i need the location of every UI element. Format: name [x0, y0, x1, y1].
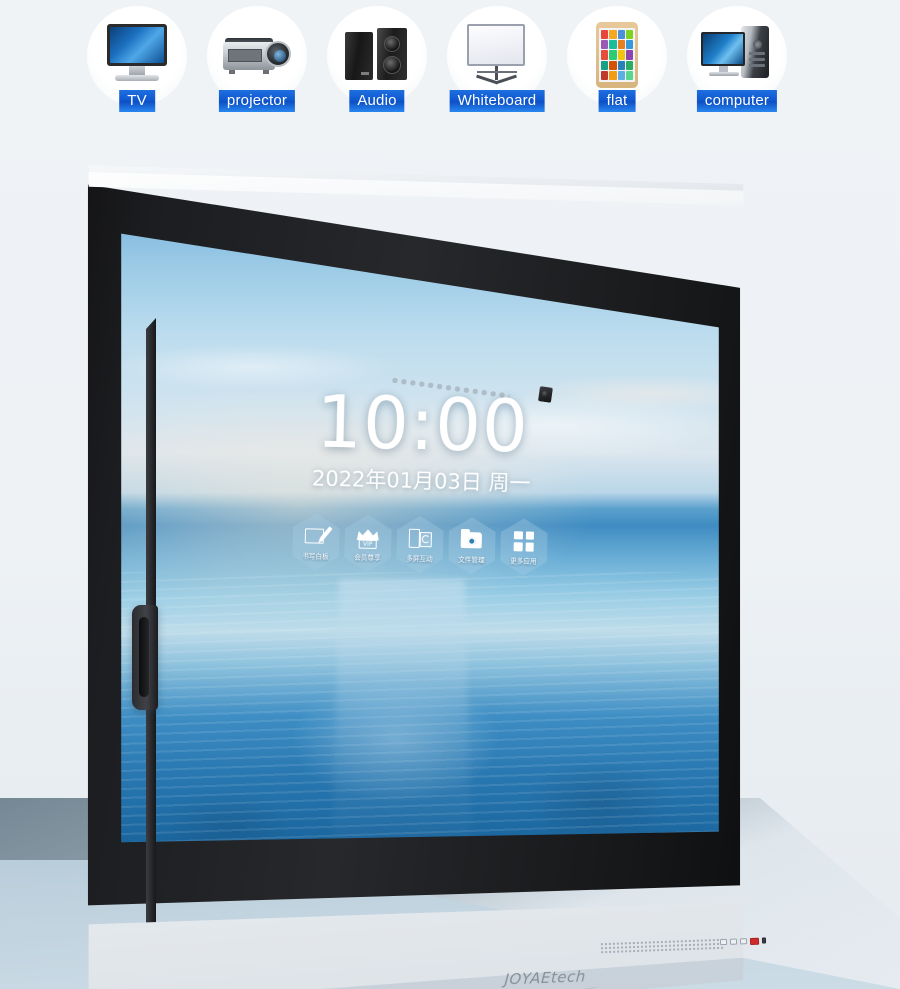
side-handle[interactable] — [132, 605, 158, 710]
device-item-tv[interactable]: TV — [86, 0, 188, 126]
key-button[interactable] — [729, 938, 738, 945]
app-shortcut-more[interactable]: 更多应用 — [500, 518, 548, 576]
control-keys[interactable] — [719, 932, 783, 950]
app-label: 会员尊享 — [354, 552, 381, 562]
app-shortcut-screenshare[interactable]: 多屏互动 — [396, 515, 444, 573]
device-label-projector: projector — [218, 90, 296, 112]
app-shortcut-files[interactable]: 文件管理 — [448, 517, 496, 575]
whiteboard-icon — [461, 20, 533, 92]
device-item-projector[interactable]: projector — [206, 0, 308, 126]
device-label-flat: flat — [598, 90, 636, 112]
power-button[interactable] — [749, 937, 760, 945]
device-item-flat[interactable]: flat — [566, 0, 668, 126]
crown-vip-icon: VIP — [356, 525, 381, 550]
device-label-audio: Audio — [349, 90, 405, 112]
app-dock: 书写白板 VIP 会员尊享 多屏互动 文件管理 更多应用 — [292, 513, 548, 576]
projector-icon — [221, 20, 293, 92]
camera-icon — [538, 386, 553, 403]
desktop-computer-icon — [701, 20, 773, 92]
key-button[interactable] — [719, 938, 728, 946]
device-label-whiteboard: Whiteboard — [449, 90, 545, 112]
ir-receiver-icon — [761, 937, 767, 944]
app-label: 文件管理 — [458, 555, 485, 565]
key-button[interactable] — [739, 938, 748, 945]
device-item-computer[interactable]: computer — [686, 0, 788, 126]
screen-share-icon — [408, 526, 433, 551]
device-label-tv: TV — [119, 90, 155, 112]
clock-date: 2022年01月03日 周一 — [311, 466, 531, 496]
app-shortcut-vip[interactable]: VIP 会员尊享 — [344, 514, 392, 572]
device-item-audio[interactable]: Audio — [326, 0, 428, 126]
brand-logo: JOYAEtech — [479, 965, 611, 989]
device-item-whiteboard[interactable]: Whiteboard — [446, 0, 548, 126]
app-shortcut-whiteboard[interactable]: 书写白板 — [292, 513, 340, 571]
folder-settings-icon — [460, 527, 485, 552]
app-label: 更多应用 — [510, 556, 537, 566]
speaker-icon — [341, 20, 413, 92]
whiteboard-pen-icon — [304, 524, 329, 549]
tv-icon — [101, 20, 173, 92]
tablet-icon — [581, 20, 653, 92]
grid-apps-icon — [512, 529, 537, 554]
app-label: 多屏互动 — [406, 554, 433, 563]
interactive-flat-panel: 10:00 2022年01月03日 周一 书写白板 VIP 会员尊享 多屏互动 … — [60, 150, 767, 989]
app-label: 书写白板 — [302, 551, 329, 561]
device-category-strip: TV projector Audio Whiteboard flat compu… — [0, 0, 900, 130]
device-label-computer: computer — [696, 90, 778, 112]
